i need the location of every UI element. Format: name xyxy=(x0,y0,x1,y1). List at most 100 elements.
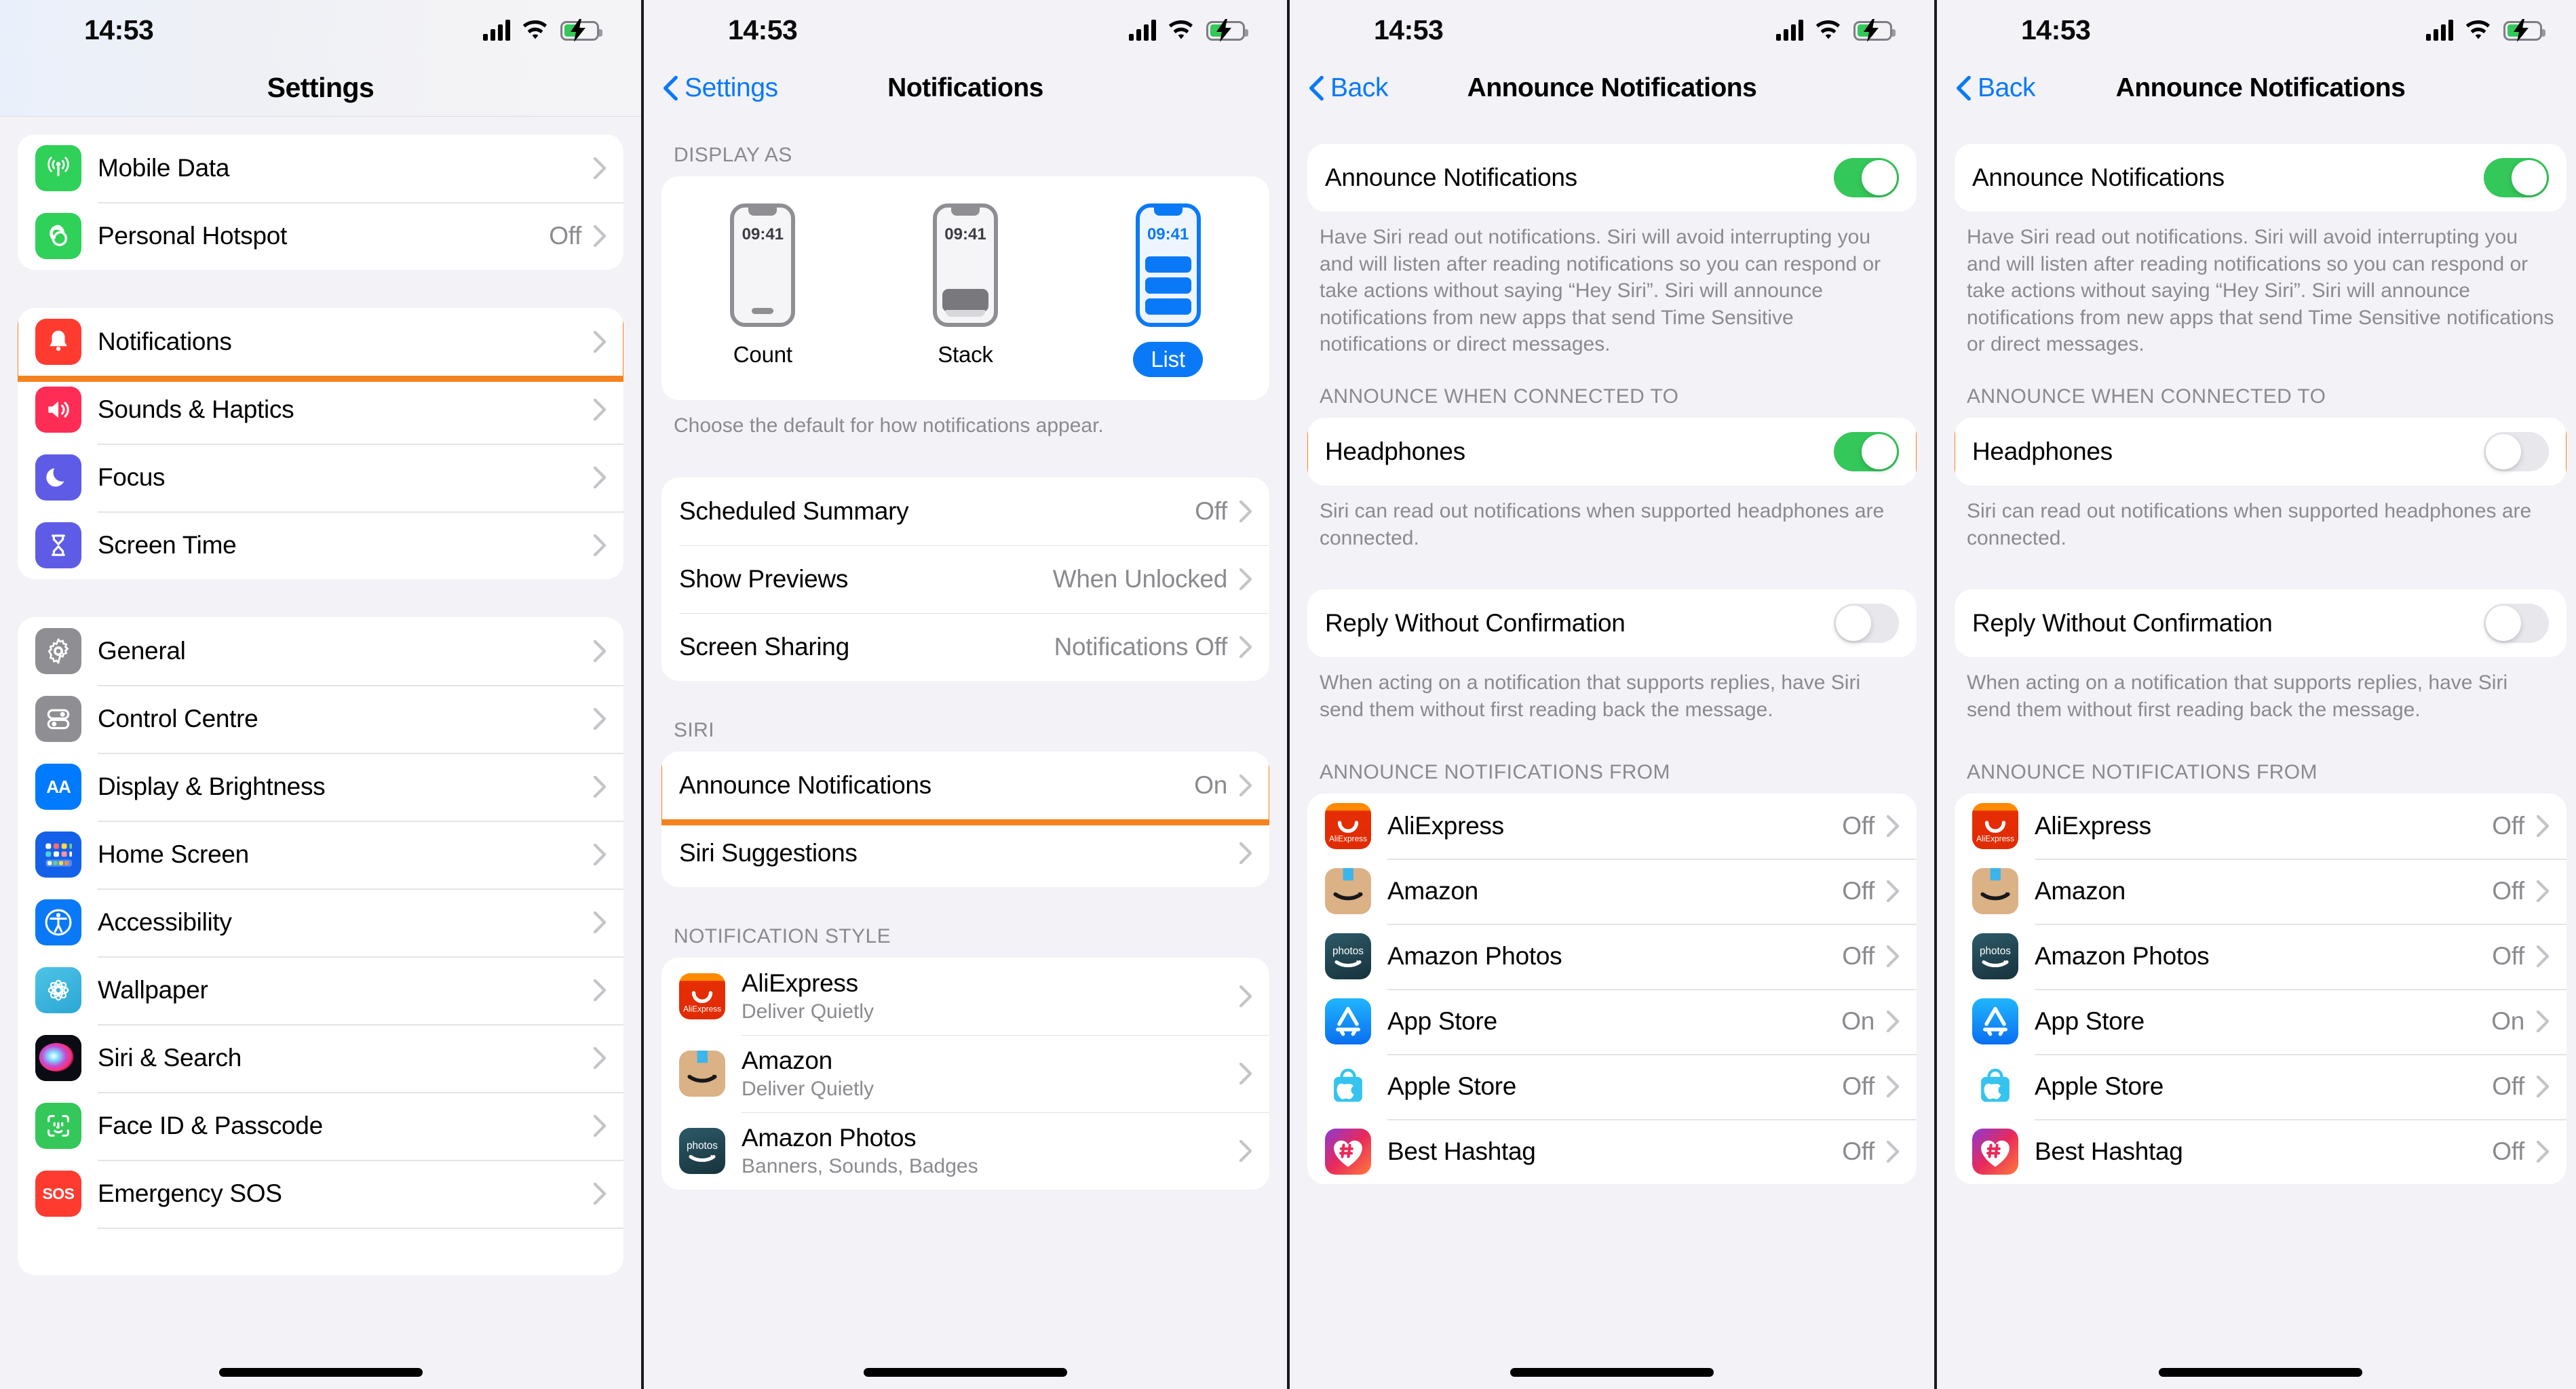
status-time: 14:53 xyxy=(2021,14,2091,45)
settings-group-connectivity: Mobile Data Personal Hotspot Off xyxy=(18,134,623,270)
display-option-stack[interactable]: 09:41 Stack xyxy=(898,203,1033,368)
sidebar-item-partial[interactable] xyxy=(18,1228,623,1275)
sidebar-item-focus[interactable]: Focus xyxy=(18,444,623,511)
row-headphones[interactable]: Headphones xyxy=(1955,417,2567,486)
app-status: Off xyxy=(2492,1072,2524,1101)
sidebar-item-mobile-data[interactable]: Mobile Data xyxy=(18,134,623,202)
back-button[interactable]: Back xyxy=(1309,73,1389,103)
page-title: Settings xyxy=(267,72,374,103)
app-status: Deliver Quietly xyxy=(742,1077,874,1100)
row-label: Announce Notifications xyxy=(679,770,931,799)
list-item[interactable]: AliExpress AliExpress Off xyxy=(1955,794,2567,859)
row-reply-without-confirmation[interactable]: Reply Without Confirmation xyxy=(1955,589,2567,658)
row-label: Reply Without Confirmation xyxy=(1325,609,1626,638)
chevron-right-icon xyxy=(1887,880,1899,903)
reply-without-confirmation-switch[interactable] xyxy=(1834,604,1899,644)
row-siri-suggestions[interactable]: Siri Suggestions xyxy=(661,819,1269,887)
notifications-scroll-area[interactable]: DISPLAY AS 09:41 Count 09:41 Stack 09:41… xyxy=(644,117,1287,1389)
chevron-right-icon xyxy=(1239,635,1252,658)
sidebar-item-personal-hotspot[interactable]: Personal Hotspot Off xyxy=(18,202,623,270)
aliexpress-icon: AliExpress xyxy=(1972,803,2018,850)
back-button[interactable]: Back xyxy=(1956,73,2036,103)
sidebar-item-sounds-haptics[interactable]: Sounds & Haptics xyxy=(18,376,623,444)
chevron-right-icon xyxy=(2537,1076,2549,1098)
chevron-right-icon xyxy=(594,708,606,730)
headphones-switch[interactable] xyxy=(1834,431,1899,471)
announce-notifications-switch[interactable] xyxy=(2484,158,2549,197)
announce-main-toggle-group: Announce Notifications xyxy=(1307,144,1917,212)
row-scheduled-summary[interactable]: Scheduled Summary Off xyxy=(661,477,1269,545)
app-status: On xyxy=(1841,1007,1875,1036)
list-item[interactable]: Best Hashtag Off xyxy=(1307,1119,1917,1185)
list-item[interactable]: photos Amazon Photos Banners, Sounds, Ba… xyxy=(661,1112,1269,1190)
list-item[interactable]: Amazon Off xyxy=(1955,859,2567,924)
list-item[interactable]: photos Amazon Photos Off xyxy=(1955,924,2567,990)
sidebar-item-label: Control Centre xyxy=(98,705,258,732)
app-status: Banners, Sounds, Badges xyxy=(742,1154,978,1177)
sidebar-item-label: Mobile Data xyxy=(98,154,230,182)
list-item[interactable]: App Store On xyxy=(1955,989,2567,1055)
row-announce-notifications[interactable]: Announce Notifications On xyxy=(661,751,1269,825)
sidebar-item-accessibility[interactable]: Accessibility xyxy=(18,888,623,956)
chevron-right-icon xyxy=(594,912,606,933)
list-item[interactable]: Apple Store Off xyxy=(1955,1054,2567,1120)
cellular-signal-icon xyxy=(1776,19,1803,41)
svg-text:photos: photos xyxy=(1980,946,2011,958)
sidebar-item-siri-search[interactable]: Siri & Search xyxy=(18,1024,623,1092)
app-status: Deliver Quietly xyxy=(742,1000,874,1023)
back-button[interactable]: Settings xyxy=(663,73,778,103)
settings-group-system: General Control Centre AA Display & Brig… xyxy=(18,617,623,1275)
nav-bar-notifications: Settings Notifications xyxy=(644,60,1287,117)
sidebar-item-notifications[interactable]: Notifications xyxy=(18,308,623,382)
list-item[interactable]: AliExpress AliExpress Deliver Quietly xyxy=(661,957,1269,1035)
panel-settings: 14:53 Settings Mobile Data Personal Hots… xyxy=(0,0,641,1389)
wifi-icon xyxy=(1815,20,1840,39)
row-announce-notifications-toggle[interactable]: Announce Notifications xyxy=(1955,144,2567,212)
row-screen-sharing[interactable]: Screen Sharing Notifications Off xyxy=(661,612,1269,681)
back-label: Back xyxy=(1978,73,2036,102)
sidebar-item-label: Home Screen xyxy=(98,840,249,868)
display-option-count[interactable]: 09:41 Count xyxy=(695,203,830,368)
announce-scroll-area[interactable]: Announce Notifications Have Siri read ou… xyxy=(1937,117,2576,1389)
section-header-announce-from: ANNOUNCE NOTIFICATIONS FROM xyxy=(1967,761,2318,784)
sidebar-item-screen-time[interactable]: Screen Time xyxy=(18,511,623,579)
sidebar-item-control-centre[interactable]: Control Centre xyxy=(18,685,623,753)
amazon-icon xyxy=(1325,868,1371,915)
sidebar-item-emergency-sos[interactable]: SOS Emergency SOS xyxy=(18,1160,623,1228)
app-name: Best Hashtag xyxy=(2035,1137,2183,1166)
announce-scroll-area[interactable]: Announce Notifications Have Siri read ou… xyxy=(1290,117,1934,1389)
row-headphones[interactable]: Headphones xyxy=(1307,417,1917,486)
reply-without-confirmation-switch[interactable] xyxy=(2484,604,2549,644)
reply-footer: When acting on a notification that suppo… xyxy=(1967,671,2508,721)
list-item[interactable]: App Store On xyxy=(1307,989,1917,1055)
status-icons xyxy=(483,19,602,42)
list-item[interactable]: photos Amazon Photos Off xyxy=(1307,924,1917,990)
row-reply-without-confirmation[interactable]: Reply Without Confirmation xyxy=(1307,589,1917,658)
row-value: Notifications Off xyxy=(1054,632,1228,661)
sidebar-item-general[interactable]: General xyxy=(18,617,623,685)
svg-text:photos: photos xyxy=(687,1140,718,1152)
chevron-right-icon xyxy=(594,640,606,662)
chevron-right-icon xyxy=(1239,774,1252,796)
section-header-notification-style: NOTIFICATION STYLE xyxy=(674,924,891,947)
announce-notifications-switch[interactable] xyxy=(1834,158,1899,197)
accessibility-icon xyxy=(35,899,81,945)
list-item[interactable]: Amazon Deliver Quietly xyxy=(661,1034,1269,1112)
display-option-list[interactable]: 09:41 List xyxy=(1100,203,1236,377)
row-show-previews[interactable]: Show Previews When Unlocked xyxy=(661,545,1269,613)
list-item[interactable]: Best Hashtag Off xyxy=(1955,1119,2567,1185)
app-status: On xyxy=(2491,1007,2524,1036)
sidebar-item-face-id-passcode[interactable]: Face ID & Passcode xyxy=(18,1092,623,1160)
sidebar-item-home-screen[interactable]: Home Screen xyxy=(18,821,623,888)
list-item[interactable]: Amazon Off xyxy=(1307,859,1917,924)
headphones-switch[interactable] xyxy=(2484,431,2549,471)
sidebar-item-label: Screen Time xyxy=(98,531,237,559)
list-item[interactable]: Apple Store Off xyxy=(1307,1054,1917,1120)
row-value: Off xyxy=(549,222,581,250)
sidebar-item-wallpaper[interactable]: Wallpaper xyxy=(18,956,623,1024)
row-announce-notifications-toggle[interactable]: Announce Notifications xyxy=(1307,144,1917,212)
control-centre-icon xyxy=(35,696,81,742)
list-item[interactable]: AliExpress AliExpress Off xyxy=(1307,794,1917,859)
settings-scroll-area[interactable]: Mobile Data Personal Hotspot Off Notific… xyxy=(0,117,641,1389)
sidebar-item-display-brightness[interactable]: AA Display & Brightness xyxy=(18,753,623,821)
